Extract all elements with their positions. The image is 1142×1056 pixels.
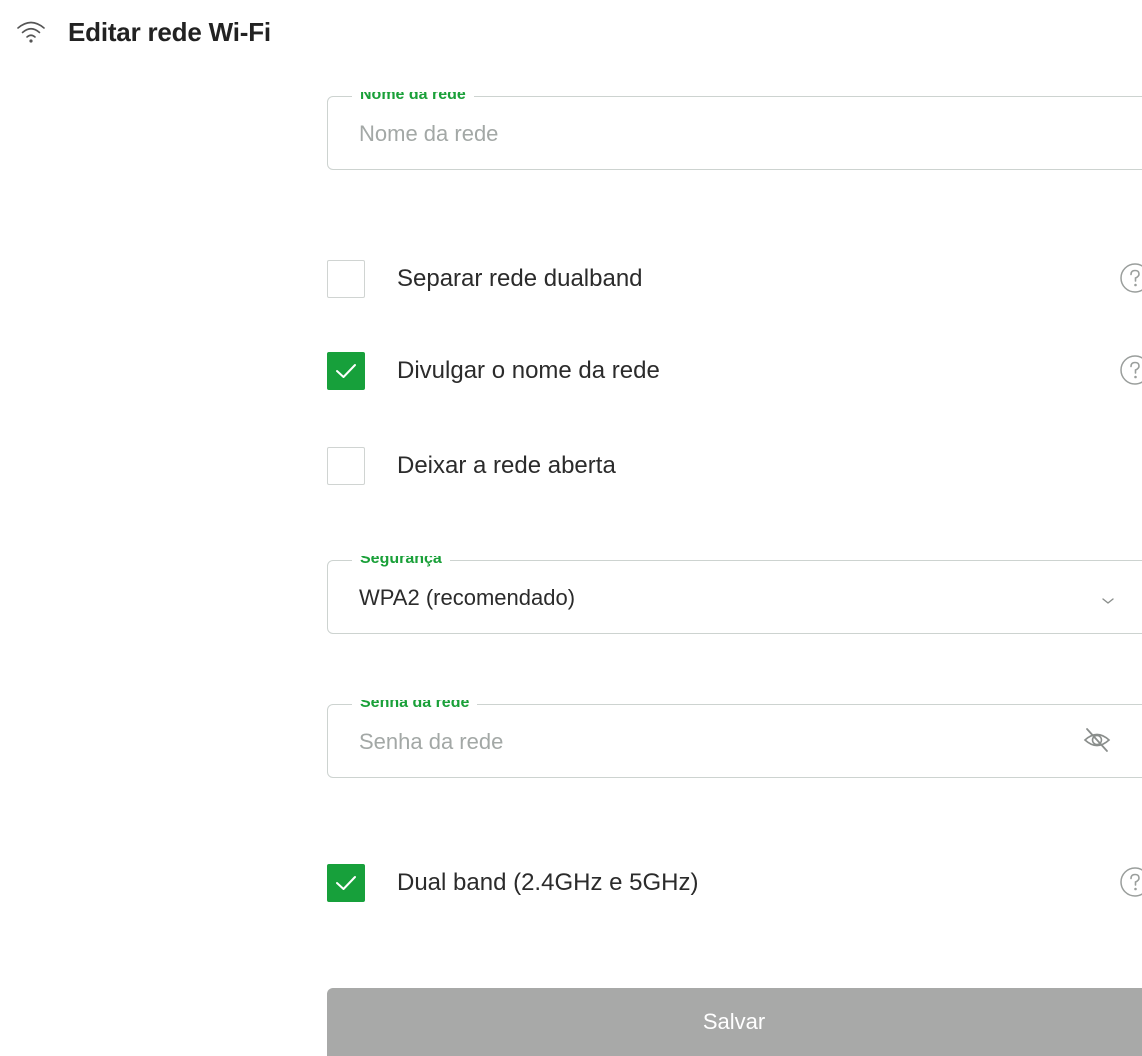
check-icon [336,364,356,378]
page-viewport: Editar rede Wi-Fi Nome da rede Nome da r… [0,0,1142,1056]
broadcast-ssid-checkbox[interactable] [327,352,365,390]
security-label: Segurança [352,556,450,568]
save-button-label: Salvar [702,1009,766,1034]
password-field-wrap: Senha da rede Senha da rede [327,700,1142,780]
dual-band-checkbox[interactable] [327,864,365,902]
password-input[interactable]: Senha da rede [359,729,503,755]
page-title: Editar rede Wi-Fi [68,16,271,47]
open-network-label: Deixar a rede aberta [397,452,616,479]
chevron-down-icon[interactable] [1100,596,1116,606]
help-icon[interactable] [1118,353,1142,387]
password-field[interactable]: Senha da rede Senha da rede [327,700,1142,778]
option-row-dual-band: Dual band (2.4GHz e 5GHz) [327,862,1142,904]
network-name-field-wrap: Nome da rede Nome da rede [327,92,1142,172]
save-button[interactable]: Salvar [327,988,1142,1056]
security-field-wrap: Segurança WPA2 (recomendado) [327,556,1142,636]
separate-dualband-checkbox[interactable] [327,260,365,298]
broadcast-ssid-label: Divulgar o nome da rede [397,357,660,384]
network-name-field[interactable]: Nome da rede Nome da rede [327,92,1142,170]
security-select[interactable]: Segurança WPA2 (recomendado) [327,556,1142,634]
separate-dualband-label: Separar rede dualband [397,265,643,292]
dual-band-label: Dual band (2.4GHz e 5GHz) [397,869,699,896]
option-row-open-network: Deixar a rede aberta [327,445,1142,487]
network-name-label: Nome da rede [352,92,474,104]
security-selected-value: WPA2 (recomendado) [359,585,576,610]
wifi-icon [16,17,46,47]
wifi-edit-page: Editar rede Wi-Fi Nome da rede Nome da r… [0,0,1142,1056]
password-label: Senha da rede [352,700,478,712]
help-icon[interactable] [1118,865,1142,899]
page-header: Editar rede Wi-Fi [16,14,271,50]
open-network-checkbox[interactable] [327,447,365,485]
check-icon [336,876,356,890]
network-name-input[interactable]: Nome da rede [359,121,498,147]
help-icon[interactable] [1118,261,1142,295]
option-row-broadcast-ssid: Divulgar o nome da rede [327,350,1142,392]
eye-off-icon[interactable] [1082,726,1112,754]
option-row-separate-dualband: Separar rede dualband [327,258,1142,300]
